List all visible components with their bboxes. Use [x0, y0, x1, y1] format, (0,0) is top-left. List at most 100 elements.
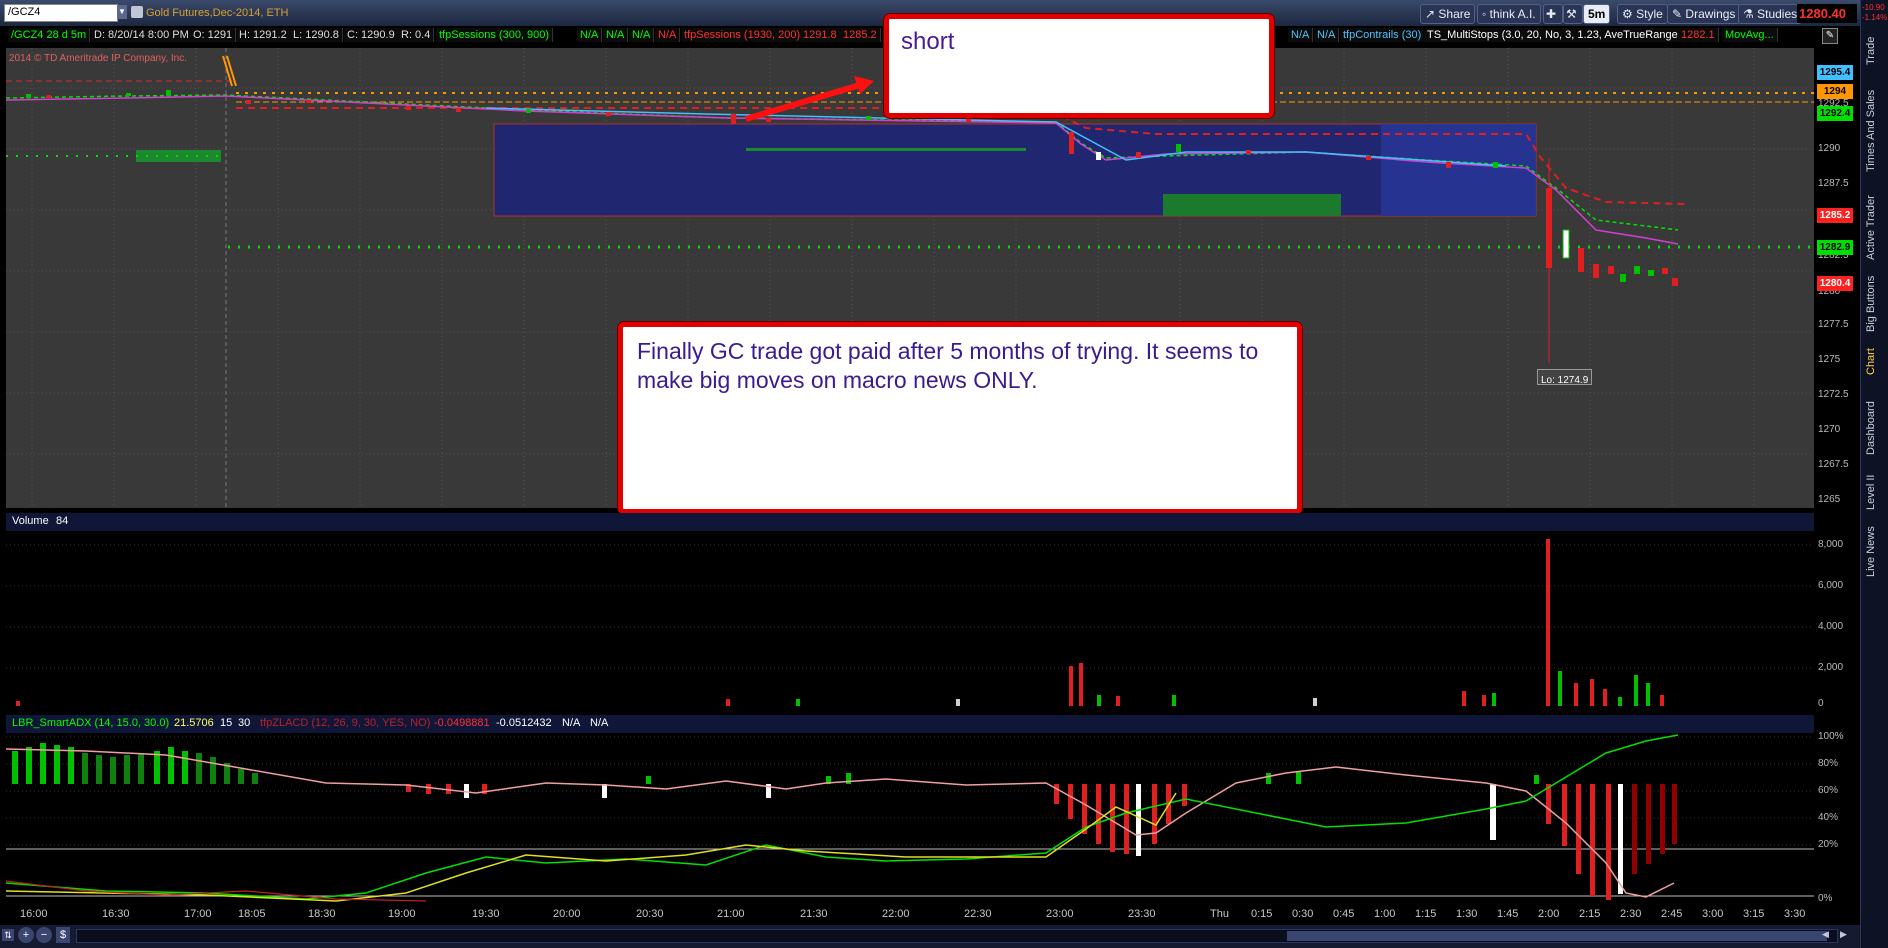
symbol-dropdown-icon[interactable]: ▼	[117, 5, 127, 19]
price-tag-1292-4: 1292.4	[1817, 106, 1853, 121]
adx-tick: 40%	[1818, 812, 1839, 823]
rail-tab-level-ii[interactable]: Level II	[1865, 470, 1883, 514]
share-button[interactable]: ↗ Share	[1420, 4, 1476, 24]
symbol-value: /GCZ4	[8, 6, 41, 18]
bar-close: C: 1290.9	[344, 28, 399, 42]
rail-tab-trade[interactable]: Trade	[1865, 30, 1883, 72]
adx-tick: 100%	[1818, 731, 1844, 742]
study-movavg[interactable]: MovAvg...	[1722, 28, 1778, 42]
price-tick: 1267.5	[1818, 459, 1849, 470]
contrail-green-block	[1163, 194, 1341, 216]
symbol-input[interactable]: /GCZ4	[4, 4, 118, 22]
time-tick: 20:00	[553, 908, 581, 920]
study-sessions-value-1: 1291.8	[800, 28, 841, 42]
crosshair-button[interactable]: ✚	[1543, 4, 1563, 24]
time-tick: 0:45	[1333, 908, 1355, 920]
price-tick: 1277.5	[1818, 319, 1849, 330]
tools-button[interactable]: ⚒	[1563, 4, 1583, 24]
symbol-description: Gold Futures,Dec-2014, ETH	[146, 7, 289, 19]
bar-open: O: 1291	[190, 28, 237, 42]
bar-low: L: 1290.8	[290, 28, 343, 42]
adx-tick: 20%	[1818, 839, 1839, 850]
time-tick: 2:00	[1538, 908, 1560, 920]
chart-settings-icon[interactable]: ✎	[1822, 28, 1838, 44]
time-tick: 2:45	[1661, 908, 1683, 920]
time-tick: 0:15	[1251, 908, 1273, 920]
adx-panel[interactable]	[6, 733, 1814, 905]
study-na-5: N/A	[1288, 28, 1314, 42]
rail-tab-dashboard[interactable]: Dashboard	[1865, 396, 1883, 460]
rail-tab-big-buttons[interactable]: Big Buttons	[1865, 272, 1883, 336]
scroll-thumb[interactable]	[1287, 931, 1827, 941]
price-tick: 1290	[1818, 143, 1841, 154]
scroll-track[interactable]	[76, 929, 1838, 943]
studies-button[interactable]: ⚗ Studies	[1738, 4, 1803, 24]
session-box	[493, 123, 1537, 217]
dollar-icon[interactable]: $	[56, 927, 70, 943]
volume-tick: 6,000	[1818, 580, 1844, 591]
share-icon: ↗	[1425, 7, 1436, 21]
study-multistops[interactable]: TS_MultiStops (3.0, 20, No, 3, 1.23, Ave…	[1424, 28, 1686, 42]
study-na-1: N/A	[577, 28, 603, 42]
symbol-link-icon[interactable]	[131, 6, 143, 18]
time-tick: 21:30	[800, 908, 828, 920]
rail-tab-times-and-sales[interactable]: Times And Sales	[1865, 86, 1883, 176]
study-multistops-value: 1282.1	[1678, 28, 1719, 42]
share-label: Share	[1438, 7, 1471, 21]
note-callout-text: Finally GC trade got paid after 5 months…	[637, 338, 1259, 393]
study-contrails[interactable]: tfpContrails (30)	[1340, 28, 1426, 42]
study-sessions-300[interactable]: tfpSessions (300, 900)	[436, 28, 554, 42]
adx-value-2: 15	[220, 717, 233, 729]
think-ai-button[interactable]: ◦ think A.I.	[1477, 4, 1541, 24]
chart-label[interactable]: /GCZ4 28 d 5m	[8, 28, 91, 42]
drawings-label: Drawings	[1685, 7, 1736, 21]
timeframe-button[interactable]: 5m	[1583, 4, 1611, 24]
price-tick: 1270	[1818, 424, 1841, 435]
volume-panel[interactable]	[6, 531, 1814, 706]
zoom-out-icon[interactable]: −	[36, 927, 52, 943]
zoom-in-icon[interactable]: +	[18, 927, 34, 943]
short-callout[interactable]: short	[884, 14, 1274, 118]
note-callout[interactable]: Finally GC trade got paid after 5 months…	[618, 322, 1302, 514]
study-na-6: N/A	[1314, 28, 1340, 42]
scroll-right-icon[interactable]: ▶	[1840, 929, 1852, 941]
expand-icon[interactable]: ⇅	[2, 929, 14, 941]
time-tick: 2:15	[1579, 908, 1601, 920]
rail-tab-chart[interactable]: Chart	[1865, 344, 1883, 380]
adx-title[interactable]: LBR_SmartADX (14, 15.0, 30.0)	[12, 717, 169, 729]
think-icon: ◦	[1482, 7, 1487, 21]
time-tick: 17:00	[184, 908, 212, 920]
session-box-highlight	[1381, 124, 1536, 216]
volume-svg	[6, 539, 1814, 706]
volume-tick: 8,000	[1818, 539, 1844, 550]
studies-label: Studies	[1757, 7, 1798, 21]
time-tick: 16:00	[20, 908, 48, 920]
rail-tab-active-trader[interactable]: Active Trader	[1865, 190, 1883, 266]
scroll-left-icon[interactable]: ◀	[1822, 929, 1834, 941]
change-bottom: -1.14%	[1862, 13, 1888, 22]
copyright-text: 2014 © TD Ameritrade IP Company, Inc.	[9, 53, 188, 64]
crosshair-icon: ✚	[1546, 7, 1557, 21]
adx-tick: 0%	[1818, 893, 1833, 904]
time-tick: 23:30	[1128, 908, 1156, 920]
rail-tab-live-news[interactable]: Live News	[1865, 524, 1883, 580]
last-price: 1280.40	[1799, 6, 1846, 21]
arrow-head	[854, 76, 874, 94]
study-sessions-1930[interactable]: tfpSessions (1930, 200)	[681, 28, 805, 42]
price-tick: 1265	[1818, 494, 1841, 505]
zlacd-na-2: N/A	[590, 717, 609, 729]
time-tick: 20:30	[636, 908, 664, 920]
time-tick: 3:15	[1743, 908, 1765, 920]
volume-header: Volume 84	[6, 513, 1814, 531]
zlacd-title[interactable]: tfpZLACD (12, 26, 9, 30, YES, NO)	[260, 717, 430, 729]
drawings-button[interactable]: ✎ Drawings	[1667, 4, 1741, 24]
time-tick: 22:30	[964, 908, 992, 920]
price-tag-1282-9: 1282.9	[1817, 240, 1853, 255]
price-tag-1280-4: 1280.4	[1817, 276, 1853, 291]
last-price-box: 1280.40	[1797, 4, 1857, 23]
contrail-green-bar	[746, 148, 1026, 151]
time-tick: 0:30	[1292, 908, 1314, 920]
style-button[interactable]: ⚙ Style	[1617, 4, 1668, 24]
volume-title[interactable]: Volume	[12, 515, 49, 527]
chart-scrollbar[interactable]: ⇅ + − $ ◀ ▶	[0, 925, 1860, 948]
